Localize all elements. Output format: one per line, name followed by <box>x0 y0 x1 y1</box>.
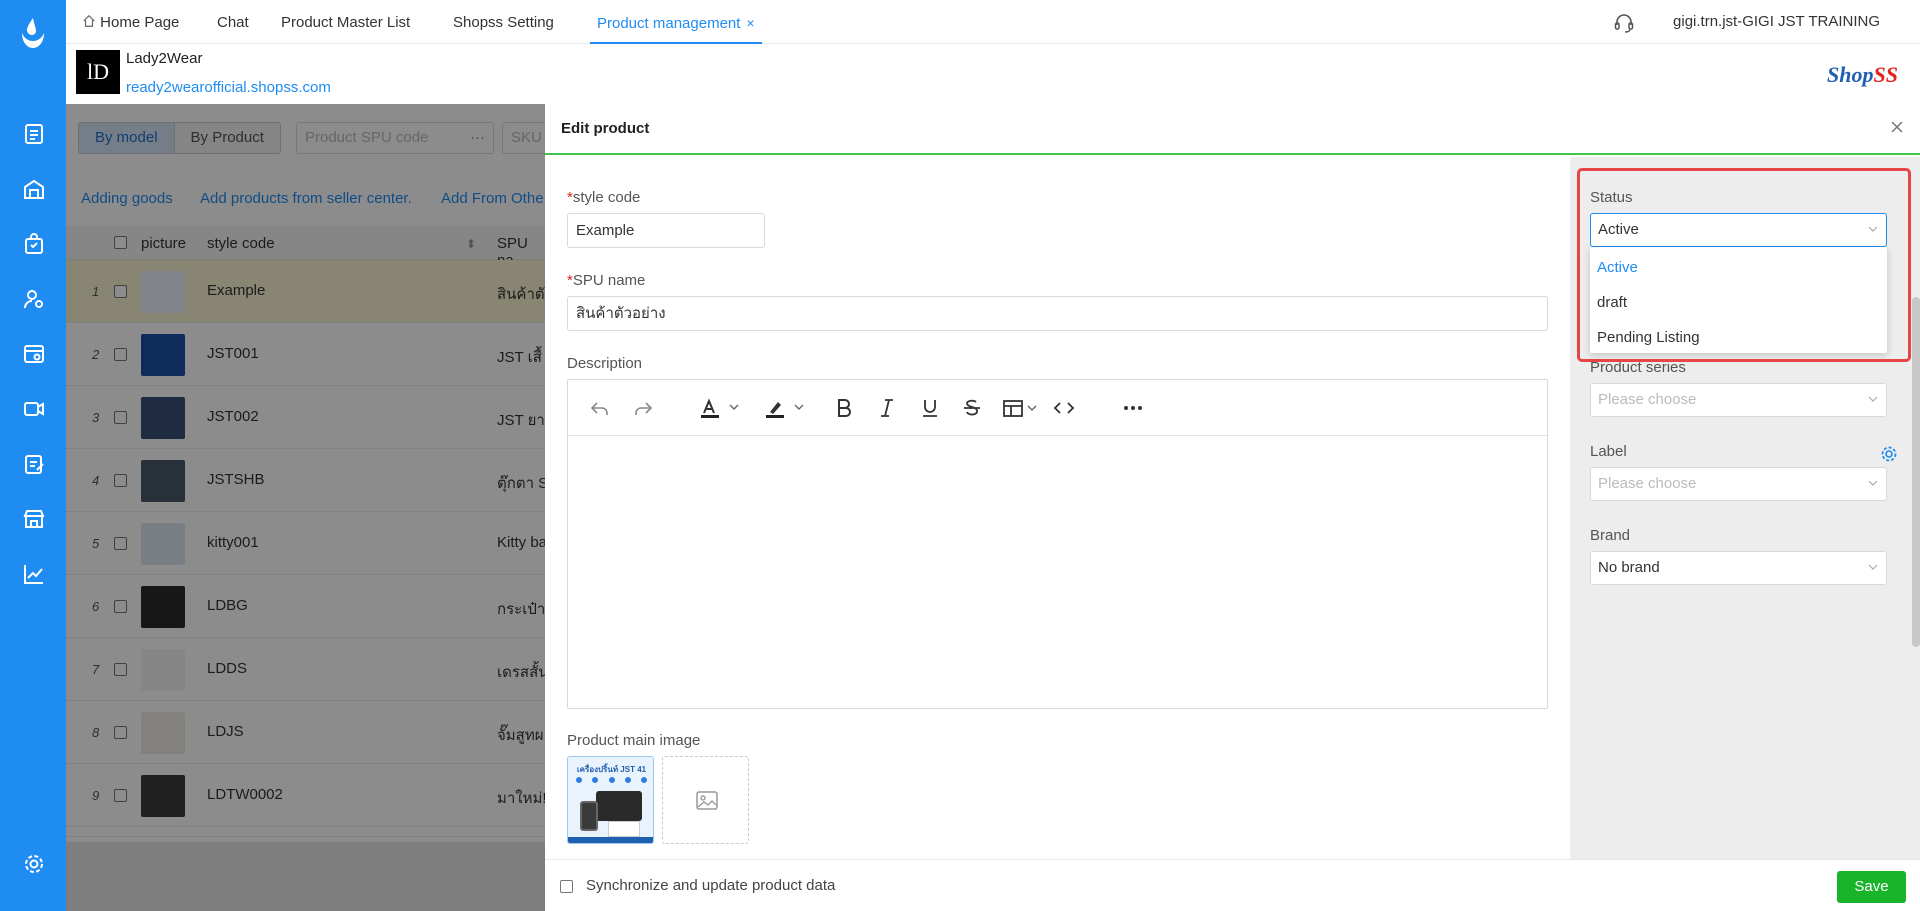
shop-icon[interactable] <box>22 507 46 531</box>
tab-product-master-list[interactable]: Product Master List <box>281 0 410 44</box>
tab-label: Chat <box>217 14 249 31</box>
shopss-logo: ShopSS <box>1827 62 1898 88</box>
bold-icon[interactable] <box>832 396 856 420</box>
dot <box>576 777 582 783</box>
bag-icon[interactable] <box>22 232 46 256</box>
style-code-input[interactable]: Example <box>567 213 765 248</box>
chevron-down-icon <box>1868 564 1878 570</box>
spu-name-label-text: SPU name <box>572 272 646 289</box>
underline-icon[interactable] <box>918 396 942 420</box>
user-account-menu[interactable]: gigi.trn.jst-GIGI JST TRAINING <box>1673 0 1880 44</box>
undo-icon[interactable] <box>588 396 612 420</box>
left-nav-rail <box>0 0 66 911</box>
editor-toolbar <box>568 380 1547 436</box>
close-tab-icon[interactable]: × <box>746 15 754 31</box>
brand-selected-value: No brand <box>1598 559 1660 576</box>
product-main-image[interactable]: เครื่องปริ้นท์ JST 41 <box>567 756 654 844</box>
tab-shopss-setting[interactable]: Shopss Setting <box>453 0 554 44</box>
app-logo-icon[interactable] <box>19 16 47 50</box>
store-name: Lady2Wear <box>126 50 203 67</box>
edit-list-icon[interactable] <box>22 452 46 476</box>
top-tab-bar: Home Page Chat Product Master List Shops… <box>66 0 1920 44</box>
video-icon[interactable] <box>22 397 46 421</box>
close-icon[interactable] <box>1888 118 1906 136</box>
store-header: lD Lady2Wear ready2wearofficial.shopss.c… <box>66 44 1920 104</box>
chevron-down-icon <box>1868 480 1878 486</box>
product-form: *style code Example *SPU name สินค้าตัวอ… <box>545 157 1570 859</box>
logo-part-ss: SS <box>1873 62 1898 87</box>
home-icon <box>83 14 95 27</box>
brand-select[interactable]: No brand <box>1590 551 1887 585</box>
users-gear-icon[interactable] <box>22 287 46 311</box>
tab-label: Home Page <box>100 14 180 31</box>
tab-label: Product management <box>597 15 741 32</box>
series-placeholder: Please choose <box>1598 391 1697 408</box>
phone-shape <box>580 801 598 831</box>
add-image-button[interactable] <box>662 756 749 844</box>
highlight-icon[interactable] <box>763 396 811 420</box>
sync-label: Synchronize and update product data <box>586 877 836 894</box>
headset-icon[interactable] <box>1613 12 1635 34</box>
modal-overlay[interactable] <box>66 104 546 911</box>
table-icon[interactable] <box>1001 396 1045 420</box>
dot <box>624 777 631 783</box>
status-highlight-box <box>1577 168 1911 362</box>
tab-home-page[interactable]: Home Page <box>82 0 179 44</box>
font-color-icon[interactable] <box>698 396 746 420</box>
image-caption: เครื่องปริ้นท์ JST 41 <box>576 765 647 774</box>
tab-label: Shopss Setting <box>453 14 554 31</box>
image-placeholder-icon <box>696 791 718 810</box>
tab-label: Product Master List <box>281 14 411 31</box>
settings-icon[interactable] <box>22 852 46 876</box>
store-url-link[interactable]: ready2wearofficial.shopss.com <box>126 79 331 96</box>
dot <box>592 777 599 783</box>
spu-name-label: *SPU name <box>567 272 645 289</box>
code-icon[interactable] <box>1052 396 1076 420</box>
dot <box>641 777 647 783</box>
tab-chat[interactable]: Chat <box>217 0 249 44</box>
image-footer-bar <box>568 837 653 843</box>
store-settings-icon[interactable] <box>22 342 46 366</box>
label-select[interactable]: Please choose <box>1590 467 1887 501</box>
description-label: Description <box>567 355 643 372</box>
strikethrough-icon[interactable] <box>960 396 984 420</box>
chevron-down-icon <box>1868 396 1878 402</box>
document-icon[interactable] <box>22 122 46 146</box>
label-placeholder: Please choose <box>1598 475 1697 492</box>
warehouse-icon[interactable] <box>22 177 46 201</box>
drawer-header: Edit product <box>545 104 1920 155</box>
store-logo: lD <box>76 50 120 94</box>
save-button[interactable]: Save <box>1837 871 1906 903</box>
style-code-label: *style code <box>567 189 640 206</box>
label-shape <box>608 821 640 837</box>
scrollbar[interactable] <box>1912 297 1920 647</box>
redo-icon[interactable] <box>631 396 655 420</box>
printer-shape <box>596 791 642 821</box>
main-image-label: Product main image <box>567 732 701 749</box>
label-label: Label <box>1590 443 1627 460</box>
chart-icon[interactable] <box>22 562 46 586</box>
style-code-label-text: style code <box>572 189 641 206</box>
more-icon[interactable] <box>1121 396 1145 420</box>
logo-part-shop: Shop <box>1827 62 1874 87</box>
tab-product-management[interactable]: Product management × <box>590 0 762 44</box>
gear-icon[interactable] <box>1880 445 1898 463</box>
sync-checkbox[interactable] <box>560 880 573 893</box>
description-editor[interactable] <box>567 379 1548 709</box>
drawer-footer: Synchronize and update product data Save <box>545 859 1920 911</box>
image-dots <box>576 777 647 783</box>
product-series-select[interactable]: Please choose <box>1590 383 1887 417</box>
dot <box>608 777 615 783</box>
spu-name-input[interactable]: สินค้าตัวอย่าง <box>567 296 1548 331</box>
brand-label: Brand <box>1590 527 1631 544</box>
italic-icon[interactable] <box>875 396 899 420</box>
drawer-title: Edit product <box>561 120 650 137</box>
